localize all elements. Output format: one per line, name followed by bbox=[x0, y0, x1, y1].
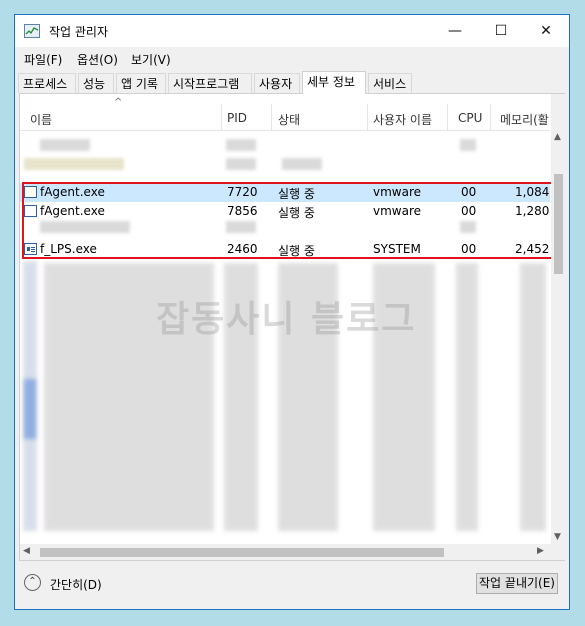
end-task-button[interactable]: 작업 끝내기(E) bbox=[476, 573, 558, 594]
tab-performance[interactable]: 성능 bbox=[78, 73, 114, 93]
scroll-down-icon[interactable]: ▼ bbox=[554, 532, 561, 542]
column-header: ^ 이름 PID 상태 사용자 이름 CPU 메모리(활 bbox=[20, 94, 550, 131]
process-pid: 2460 bbox=[227, 242, 258, 256]
menu-bar: 파일(F) 옵션(O) 보기(V) bbox=[15, 48, 569, 68]
process-cpu: 00 bbox=[461, 185, 477, 199]
process-memory: 2,452 bbox=[515, 242, 550, 256]
task-manager-window: 작업 관리자 — ☐ ✕ 파일(F) 옵션(O) 보기(V) 프로세스 성능 앱… bbox=[14, 14, 570, 610]
horizontal-scrollbar[interactable]: ◀ ▶ bbox=[20, 544, 565, 560]
details-panel: ^ 이름 PID 상태 사용자 이름 CPU 메모리(활 fAgent.exe … bbox=[19, 93, 565, 561]
column-divider[interactable] bbox=[447, 104, 448, 130]
process-cpu: 00 bbox=[461, 204, 477, 218]
tab-details[interactable]: 세부 정보 bbox=[302, 71, 366, 94]
blurred-row[interactable] bbox=[20, 158, 550, 177]
table-row[interactable]: fAgent.exe 7720 실행 중 vmware 00 1,084 bbox=[20, 183, 550, 202]
maximize-button[interactable]: ☐ bbox=[478, 15, 524, 47]
sort-up-icon: ^ bbox=[114, 97, 123, 108]
blurred-text bbox=[40, 221, 130, 233]
scroll-left-icon[interactable]: ◀ bbox=[23, 546, 30, 556]
horizontal-scroll-thumb[interactable] bbox=[40, 548, 444, 557]
scroll-up-icon[interactable]: ▲ bbox=[554, 132, 561, 142]
tab-startup[interactable]: 시작프로그램 bbox=[168, 73, 252, 93]
menu-view[interactable]: 보기(V) bbox=[131, 51, 171, 68]
blurred-row[interactable] bbox=[20, 221, 550, 240]
process-name: f_LPS.exe bbox=[40, 242, 97, 256]
table-row[interactable]: fAgent.exe 7856 실행 중 vmware 00 1,280 bbox=[20, 202, 550, 221]
column-pid[interactable]: PID bbox=[227, 111, 247, 125]
menu-file[interactable]: 파일(F) bbox=[24, 51, 62, 68]
footer-bar: ⌃ 간단히(D) 작업 끝내기(E) bbox=[15, 565, 569, 609]
process-user: vmware bbox=[373, 204, 422, 218]
column-status[interactable]: 상태 bbox=[278, 111, 300, 128]
column-divider[interactable] bbox=[490, 104, 491, 130]
blurred-text bbox=[226, 158, 256, 170]
tab-strip: 프로세스 성능 앱 기록 시작프로그램 사용자 세부 정보 서비스 bbox=[18, 71, 566, 94]
process-pid: 7856 bbox=[227, 204, 258, 218]
blurred-cpu bbox=[456, 263, 478, 531]
tab-processes[interactable]: 프로세스 bbox=[18, 73, 76, 93]
process-user: vmware bbox=[373, 185, 422, 199]
process-memory: 1,280 bbox=[515, 204, 550, 218]
blurred-icons bbox=[24, 379, 36, 439]
application-window-icon bbox=[24, 205, 37, 217]
title-bar: 작업 관리자 — ☐ ✕ bbox=[15, 15, 569, 47]
column-name[interactable]: 이름 bbox=[30, 111, 52, 128]
tab-app-history[interactable]: 앱 기록 bbox=[116, 73, 166, 93]
column-divider[interactable] bbox=[367, 104, 368, 130]
fewer-details-link[interactable]: 간단히(D) bbox=[50, 576, 102, 593]
vertical-scroll-thumb[interactable] bbox=[554, 174, 563, 274]
table-row[interactable]: f_LPS.exe 2460 실행 중 SYSTEM 00 2,452 bbox=[20, 240, 550, 259]
task-manager-app-icon bbox=[24, 24, 40, 38]
process-status: 실행 중 bbox=[278, 244, 315, 258]
tab-users[interactable]: 사용자 bbox=[254, 73, 300, 93]
blurred-text bbox=[460, 139, 476, 151]
application-window-icon bbox=[24, 186, 37, 198]
column-memory[interactable]: 메모리(활 bbox=[500, 111, 549, 128]
blurred-text bbox=[24, 158, 124, 170]
column-cpu[interactable]: CPU bbox=[458, 111, 482, 125]
blurred-memory bbox=[520, 263, 546, 531]
process-name: fAgent.exe bbox=[40, 204, 105, 218]
column-user-name[interactable]: 사용자 이름 bbox=[373, 111, 432, 128]
system-service-icon bbox=[24, 243, 37, 255]
close-button[interactable]: ✕ bbox=[523, 15, 569, 47]
blurred-text bbox=[226, 221, 256, 233]
process-status: 실행 중 bbox=[278, 187, 315, 201]
process-memory: 1,084 bbox=[515, 185, 550, 199]
chevron-up-icon[interactable]: ⌃ bbox=[24, 574, 41, 591]
tab-services[interactable]: 서비스 bbox=[368, 73, 412, 93]
scroll-right-icon[interactable]: ▶ bbox=[537, 546, 544, 556]
process-name: fAgent.exe bbox=[40, 185, 105, 199]
menu-options[interactable]: 옵션(O) bbox=[77, 51, 118, 68]
column-divider[interactable] bbox=[271, 104, 272, 130]
blurred-row[interactable] bbox=[20, 139, 550, 158]
watermark: 잡동사니 블로그 bbox=[156, 299, 417, 340]
process-cpu: 00 bbox=[461, 242, 477, 256]
column-divider[interactable] bbox=[221, 104, 222, 130]
minimize-button[interactable]: — bbox=[432, 15, 478, 47]
blurred-text bbox=[282, 158, 322, 170]
process-status: 실행 중 bbox=[278, 206, 315, 220]
blurred-text bbox=[40, 139, 90, 151]
blurred-text bbox=[460, 221, 476, 233]
blurred-text bbox=[226, 139, 256, 151]
window-title: 작업 관리자 bbox=[49, 25, 109, 39]
vertical-scrollbar[interactable]: ▲ ▼ bbox=[551, 94, 565, 544]
process-pid: 7720 bbox=[227, 185, 258, 199]
process-user: SYSTEM bbox=[373, 242, 421, 256]
